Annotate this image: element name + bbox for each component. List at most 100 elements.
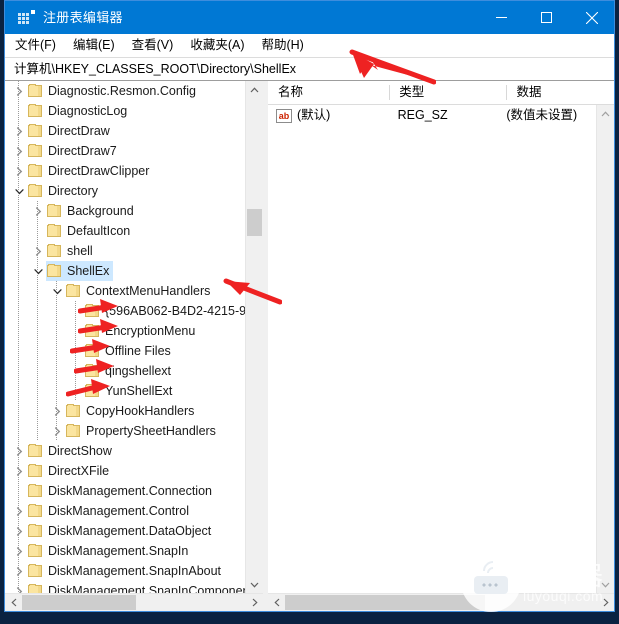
tree-item-label: DirectDraw7: [48, 144, 117, 158]
registry-editor-window: 注册表编辑器 文件(F) 编辑(E) 查看(V) 收藏夹(A) 帮助(H) 计算…: [4, 0, 615, 612]
values-horizontal-scrollbar[interactable]: [268, 593, 614, 611]
menu-item-favorites[interactable]: 收藏夹(A): [190, 34, 244, 56]
tree-item[interactable]: {596AB062-B4D2-4215-9F74-E9109B0A8153}: [5, 301, 263, 321]
chevron-right-icon[interactable]: [11, 121, 27, 141]
tree-guide-stub: [11, 481, 27, 501]
tree-item[interactable]: DiskManagement.SnapInAbout: [5, 561, 263, 581]
menu-item-edit[interactable]: 编辑(E): [73, 34, 115, 56]
address-bar[interactable]: 计算机\HKEY_CLASSES_ROOT\Directory\ShellEx: [5, 57, 614, 81]
tree-guide-line: [56, 341, 57, 361]
menu-item-file[interactable]: 文件(F): [15, 34, 56, 56]
tree-guide-line: [18, 161, 19, 181]
menu-item-help[interactable]: 帮助(H): [261, 34, 303, 56]
tree-item[interactable]: DiskManagement.Connection: [5, 481, 263, 501]
chevron-right-icon[interactable]: [11, 141, 27, 161]
tree-item[interactable]: DirectDraw7: [5, 141, 263, 161]
chevron-down-icon[interactable]: [246, 576, 263, 593]
chevron-down-icon[interactable]: [30, 261, 46, 281]
column-header-name[interactable]: 名称: [268, 81, 389, 104]
chevron-up-icon[interactable]: [597, 105, 614, 122]
tree-item[interactable]: EncryptionMenu: [5, 321, 263, 341]
chevron-left-icon[interactable]: [5, 594, 22, 611]
value-type: REG_SZ: [397, 108, 448, 122]
tree-item-label: {596AB062-B4D2-4215-9F74-E9109B0A8153}: [105, 304, 263, 318]
tree-item[interactable]: DirectDrawClipper: [5, 161, 263, 181]
tree-item-label: DiskManagement.SnapInComponent: [48, 584, 253, 593]
chevron-right-icon[interactable]: [11, 441, 27, 461]
tree-guide-line: [18, 521, 19, 541]
close-button[interactable]: [569, 1, 614, 34]
chevron-right-icon[interactable]: [30, 201, 46, 221]
tree-item[interactable]: DiskManagement.SnapIn: [5, 541, 263, 561]
tree-guide-stub: [68, 381, 84, 401]
column-header-data[interactable]: 数据: [506, 81, 614, 104]
chevron-right-icon[interactable]: [49, 421, 65, 441]
chevron-right-icon[interactable]: [11, 541, 27, 561]
tree-guide-line: [56, 381, 57, 401]
tree-item[interactable]: DirectShow: [5, 441, 263, 461]
tree-item[interactable]: Diagnostic.Resmon.Config: [5, 81, 263, 101]
chevron-right-icon[interactable]: [11, 81, 27, 101]
chevron-right-icon[interactable]: [11, 561, 27, 581]
tree-item[interactable]: DiskManagement.Control: [5, 501, 263, 521]
list-item[interactable]: ab (默认) REG_SZ (数值未设置): [268, 105, 614, 126]
chevron-right-icon[interactable]: [11, 581, 27, 593]
tree-item[interactable]: Background: [5, 201, 263, 221]
menu-item-view[interactable]: 查看(V): [132, 34, 174, 56]
chevron-down-icon[interactable]: [597, 576, 614, 593]
tree-item[interactable]: DirectXFile: [5, 461, 263, 481]
folder-icon: [27, 161, 44, 181]
menu-bar: 文件(F) 编辑(E) 查看(V) 收藏夹(A) 帮助(H): [5, 34, 614, 57]
values-pane: 名称 类型 数据 ab (默认) REG_SZ (数值未设置): [268, 81, 614, 611]
chevron-down-icon[interactable]: [49, 281, 65, 301]
values-vertical-scrollbar[interactable]: [596, 105, 614, 593]
chevron-right-icon[interactable]: [11, 521, 27, 541]
tree-hscroll-track[interactable]: [22, 594, 246, 611]
tree-item[interactable]: ShellEx: [5, 261, 263, 281]
tree-guide-line: [18, 221, 19, 241]
string-value-icon: ab: [276, 108, 292, 123]
tree-guide-line: [56, 321, 57, 341]
tree-hscroll-thumb[interactable]: [22, 595, 136, 610]
tree-guide-line: [18, 501, 19, 521]
column-header-type[interactable]: 类型: [389, 81, 506, 104]
tree-item[interactable]: DiskManagement.SnapInComponent: [5, 581, 263, 593]
tree-item[interactable]: Offline Files: [5, 341, 263, 361]
tree-guide-line: [75, 301, 76, 321]
chevron-up-icon[interactable]: [246, 81, 263, 98]
tree-scrollbar-thumb[interactable]: [247, 209, 262, 236]
tree-item[interactable]: PropertySheetHandlers: [5, 421, 263, 441]
tree-item[interactable]: DirectDraw: [5, 121, 263, 141]
maximize-button[interactable]: [524, 1, 569, 34]
tree-horizontal-scrollbar[interactable]: [5, 593, 263, 611]
tree-item[interactable]: ContextMenuHandlers: [5, 281, 263, 301]
sparkle-icon: [31, 9, 35, 14]
chevron-right-icon[interactable]: [11, 501, 27, 521]
chevron-right-icon[interactable]: [597, 594, 614, 611]
chevron-down-icon[interactable]: [11, 181, 27, 201]
tree-item[interactable]: DiagnosticLog: [5, 101, 263, 121]
chevron-right-icon[interactable]: [49, 401, 65, 421]
chevron-right-icon[interactable]: [11, 161, 27, 181]
tree-item[interactable]: DefaultIcon: [5, 221, 263, 241]
tree-guide-stub: [68, 321, 84, 341]
chevron-right-icon[interactable]: [30, 241, 46, 261]
values-hscroll-thumb[interactable]: [285, 595, 485, 610]
tree-guide-line: [37, 201, 38, 221]
chevron-left-icon[interactable]: [268, 594, 285, 611]
tree-item[interactable]: DiskManagement.DataObject: [5, 521, 263, 541]
tree-vertical-scrollbar[interactable]: [245, 81, 263, 593]
tree-item[interactable]: qingshellext: [5, 361, 263, 381]
tree-item[interactable]: CopyHookHandlers: [5, 401, 263, 421]
values-hscroll-track[interactable]: [285, 594, 597, 611]
tree-item-label: DirectXFile: [48, 464, 110, 478]
tree-item-label: DefaultIcon: [67, 224, 131, 238]
tree-item[interactable]: YunShellExt: [5, 381, 263, 401]
chevron-right-icon[interactable]: [11, 461, 27, 481]
tree-item[interactable]: Directory: [5, 181, 263, 201]
tree-item[interactable]: shell: [5, 241, 263, 261]
tree-item-label: DiskManagement.Control: [48, 504, 190, 518]
minimize-button[interactable]: [479, 1, 524, 34]
folder-icon: [46, 241, 63, 261]
chevron-right-icon[interactable]: [246, 594, 263, 611]
